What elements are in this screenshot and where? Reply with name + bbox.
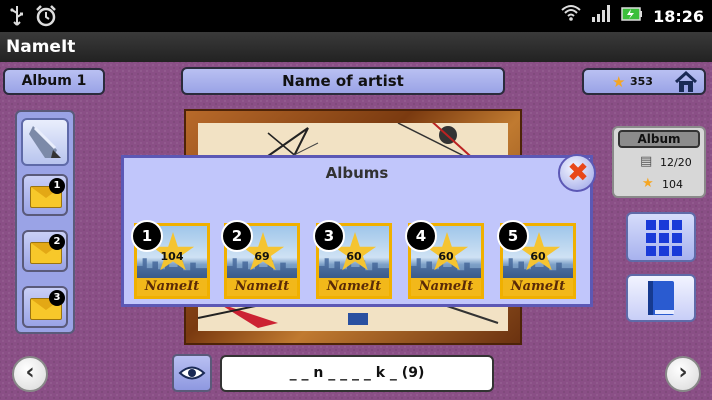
- star-icon: ★: [612, 73, 626, 91]
- app-title-bar: NameIt: [0, 32, 712, 62]
- close-dialog-button[interactable]: ✖: [558, 154, 596, 192]
- grid-view-button[interactable]: [626, 212, 696, 262]
- album-number-badge: 5: [497, 220, 529, 252]
- alarm-clock-icon: [34, 4, 58, 35]
- star-icon: ★: [642, 176, 654, 191]
- album-number-badge: 2: [221, 220, 253, 252]
- stack-icon: ▤: [640, 154, 653, 169]
- home-icon[interactable]: [674, 70, 698, 93]
- wifi-icon: [561, 4, 581, 29]
- album-info-panel: Album ▤ 12/20 ★ 104: [612, 126, 706, 198]
- book-button[interactable]: [626, 274, 696, 322]
- hint-envelope-2-button[interactable]: 2: [22, 230, 68, 272]
- hint-envelope-3-button[interactable]: 3: [22, 286, 68, 328]
- artist-name-label: Name of artist: [181, 67, 505, 95]
- left-tools-panel: 1 2 3: [15, 110, 75, 334]
- envelope-number: 1: [49, 178, 65, 194]
- hint-envelope-1-button[interactable]: 1: [22, 174, 68, 216]
- edit-pencil-button[interactable]: [21, 118, 69, 166]
- album-brand: NameIt: [503, 278, 573, 296]
- album-number-badge: 3: [313, 220, 345, 252]
- score-home-panel[interactable]: ★ 353: [582, 68, 706, 95]
- next-button[interactable]: ›: [665, 356, 701, 392]
- total-score: 353: [630, 75, 653, 88]
- clock-time: 18:26: [653, 6, 704, 26]
- album-label-button[interactable]: Album 1: [3, 68, 105, 95]
- album-number-badge: 1: [131, 220, 163, 252]
- close-icon: ✖: [567, 158, 589, 188]
- reveal-eye-button[interactable]: [172, 354, 212, 392]
- chevron-right-icon: ›: [678, 360, 688, 385]
- envelope-number: 2: [49, 234, 65, 250]
- status-bar: 18:26: [0, 0, 712, 32]
- album-brand: NameIt: [411, 278, 481, 296]
- albums-dialog: Albums ✖ 1 104 NameIt 2 69 NameIt 3 60 N…: [121, 154, 596, 307]
- album-tag: Album: [618, 130, 700, 148]
- dialog-title: Albums: [325, 164, 389, 182]
- answer-hint-field[interactable]: _ _ n _ _ _ _ k _ (9): [220, 355, 494, 392]
- envelope-number: 3: [49, 290, 65, 306]
- pencil-icon: [29, 126, 61, 158]
- album-points: 104: [662, 178, 683, 191]
- battery-charging-icon: [621, 4, 643, 28]
- album-brand: NameIt: [137, 278, 207, 296]
- usb-icon: [10, 5, 24, 34]
- grid-icon: [646, 220, 682, 256]
- album-number-badge: 4: [405, 220, 437, 252]
- book-icon: [648, 281, 674, 315]
- app-title: NameIt: [6, 37, 76, 57]
- album-progress: 12/20: [660, 156, 692, 169]
- album-brand: NameIt: [227, 278, 297, 296]
- signal-icon: [591, 4, 611, 29]
- app-content: Album 1 Name of artist ★ 353 1 2 3 Album…: [0, 62, 712, 400]
- eye-icon: [178, 366, 206, 380]
- previous-button[interactable]: ‹: [12, 356, 48, 392]
- album-brand: NameIt: [319, 278, 389, 296]
- chevron-left-icon: ‹: [25, 360, 35, 385]
